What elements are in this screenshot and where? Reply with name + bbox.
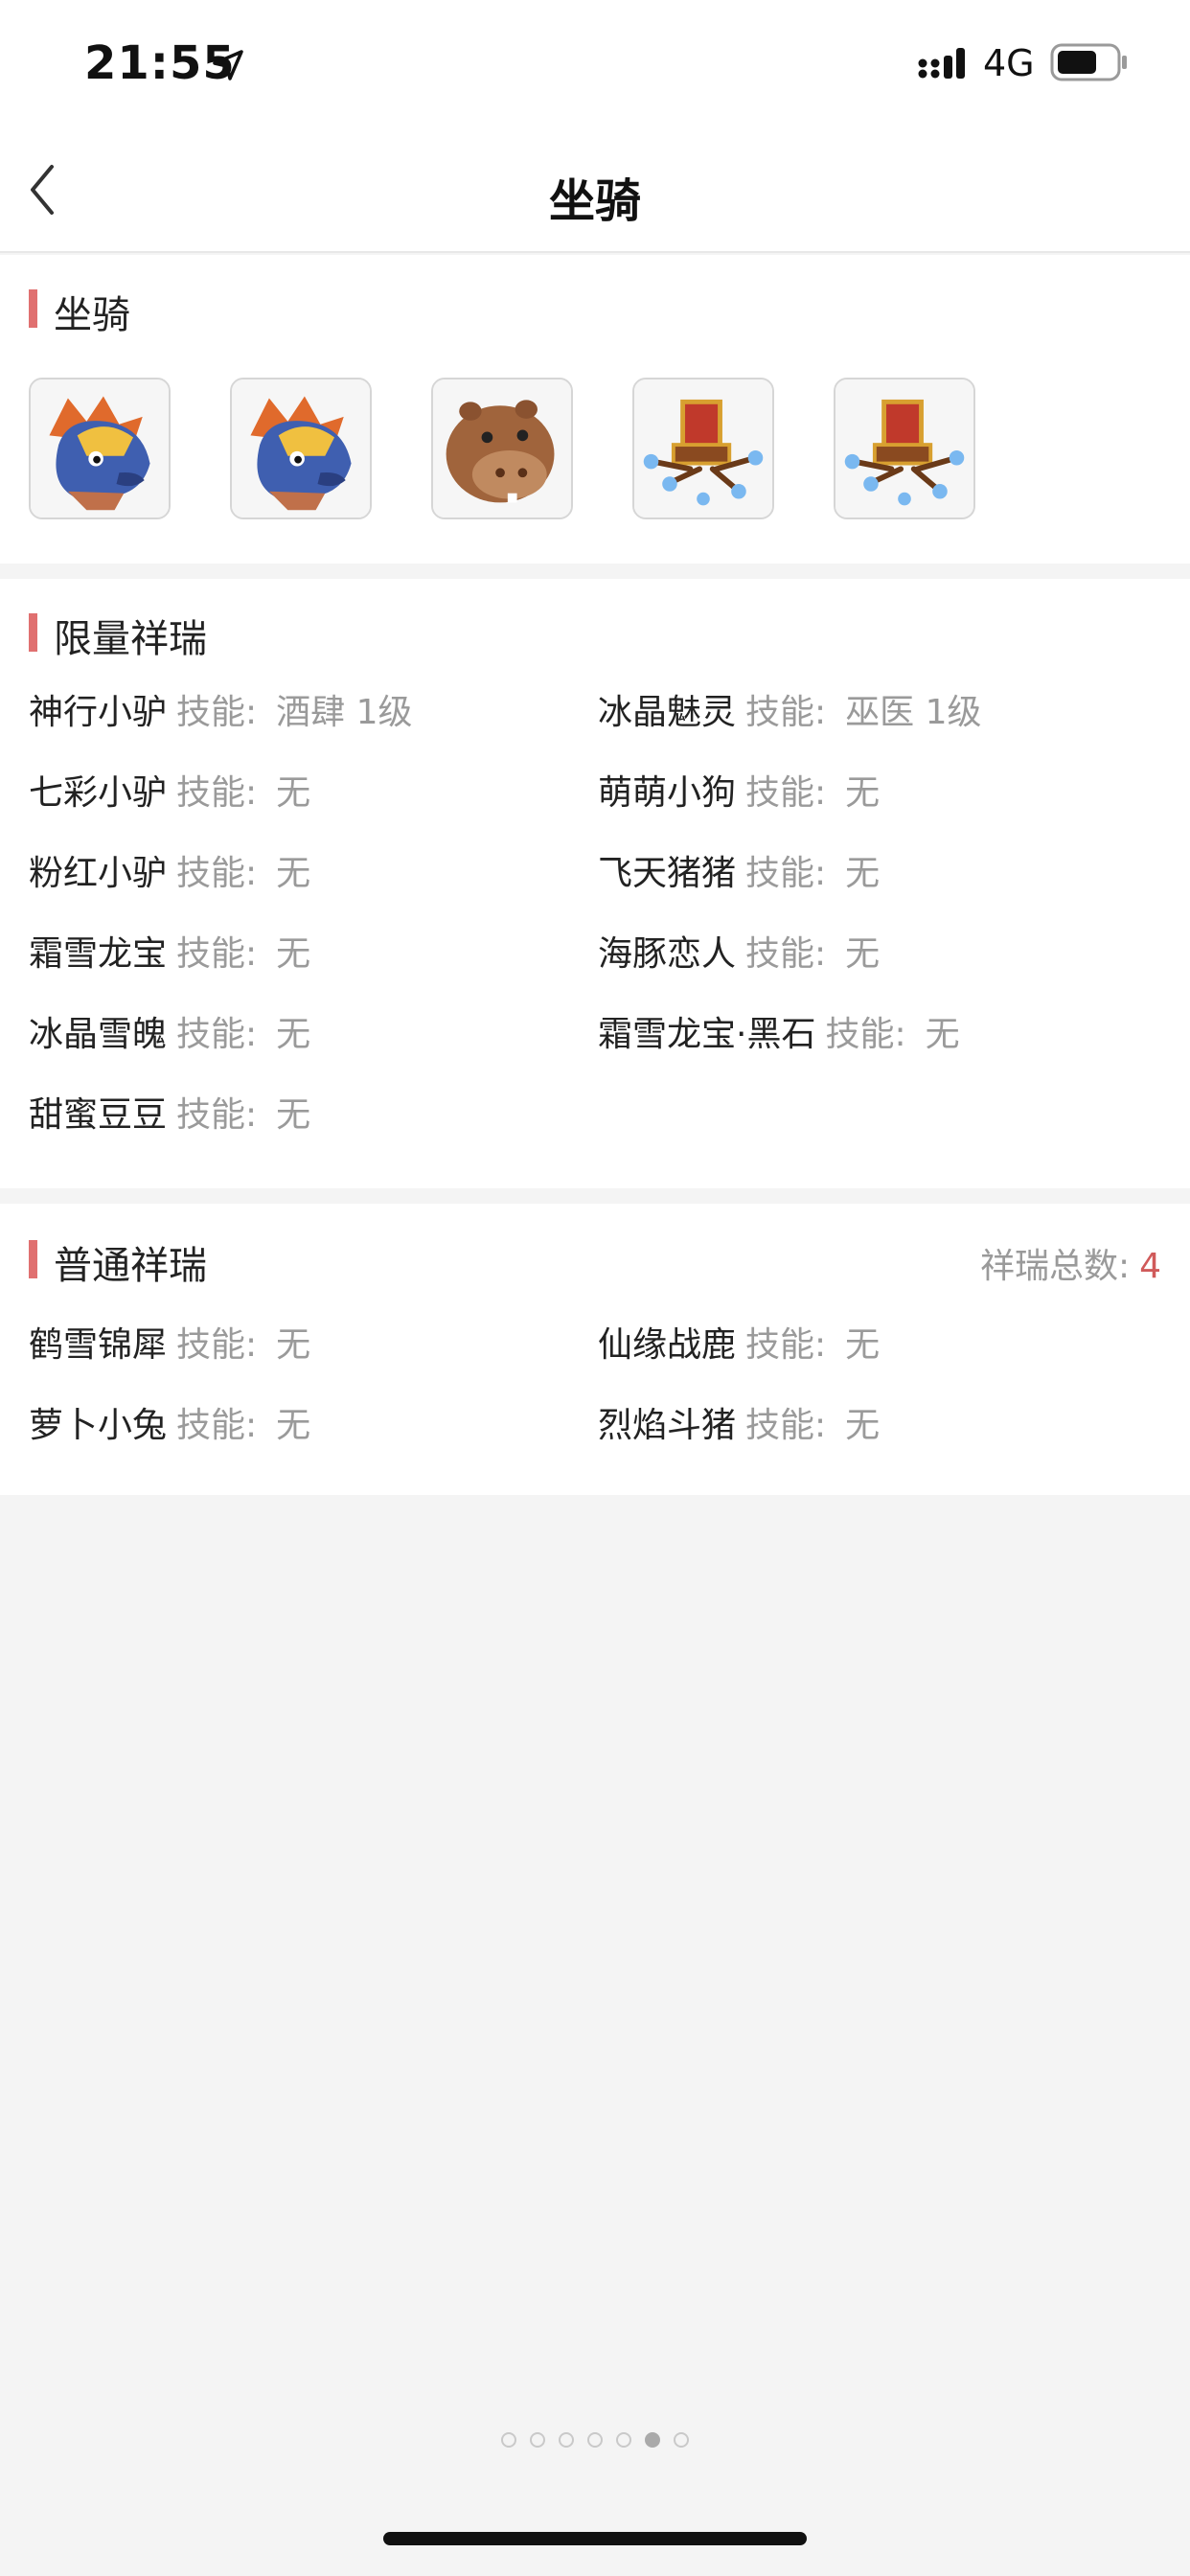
skill-label: 技能: bbox=[176, 693, 258, 732]
skill-label: 技能: bbox=[825, 1015, 906, 1054]
skill-label: 技能: bbox=[176, 773, 258, 813]
page-dot[interactable] bbox=[674, 2432, 689, 2448]
battery-icon bbox=[1050, 43, 1127, 81]
mount-list bbox=[29, 378, 1179, 521]
location-arrow-icon bbox=[213, 50, 243, 80]
list-item: 仙缘战鹿 技能: 无 bbox=[598, 1317, 880, 1365]
skill-value: 酒肆 1级 bbox=[276, 693, 413, 732]
item-name: 萌萌小狗 bbox=[598, 773, 737, 813]
limited-section: 限量祥瑞 神行小驴 技能: 酒肆 1级 冰晶魅灵 技能: 巫医 1级 七彩小驴 技能: 无 … bbox=[0, 579, 1190, 1188]
signal-icon bbox=[918, 48, 965, 79]
status-bar: 21:55 4G bbox=[0, 0, 1190, 126]
mount-item[interactable] bbox=[431, 378, 573, 519]
item-name: 七彩小驴 bbox=[29, 773, 168, 813]
list-item: 飞天猪猪 技能: 无 bbox=[598, 845, 880, 893]
skill-label: 技能: bbox=[745, 854, 827, 893]
page-dot[interactable] bbox=[559, 2432, 574, 2448]
skill-label: 技能: bbox=[176, 854, 258, 893]
item-name: 霜雪龙宝 bbox=[29, 934, 168, 974]
skill-label: 技能: bbox=[176, 1095, 258, 1135]
page-dot[interactable] bbox=[645, 2432, 660, 2448]
total-value: 4 bbox=[1139, 1247, 1161, 1286]
skill-label: 技能: bbox=[745, 1325, 827, 1365]
throne-mount-icon bbox=[634, 380, 772, 518]
list-item: 冰晶魅灵 技能: 巫医 1级 bbox=[598, 684, 982, 732]
list-item: 鹤雪锦犀 技能: 无 bbox=[29, 1317, 310, 1365]
dragon-mount-icon bbox=[232, 380, 370, 518]
section-accent-bar bbox=[29, 1240, 37, 1278]
item-name: 粉红小驴 bbox=[29, 854, 168, 893]
skill-value: 无 bbox=[276, 854, 311, 893]
skill-label: 技能: bbox=[176, 934, 258, 974]
list-item: 萌萌小狗 技能: 无 bbox=[598, 765, 880, 813]
skill-label: 技能: bbox=[176, 1015, 258, 1054]
skill-label: 技能: bbox=[176, 1325, 258, 1365]
skill-value: 无 bbox=[276, 1095, 311, 1135]
skill-value: 无 bbox=[276, 1325, 311, 1365]
list-item: 甜蜜豆豆 技能: 无 bbox=[29, 1087, 310, 1135]
page-dot[interactable] bbox=[587, 2432, 603, 2448]
skill-value: 巫医 1级 bbox=[845, 693, 982, 732]
hippo-mount-icon bbox=[433, 380, 571, 518]
mount-item[interactable] bbox=[29, 378, 171, 519]
list-item: 神行小驴 技能: 酒肆 1级 bbox=[29, 684, 413, 732]
skill-label: 技能: bbox=[745, 773, 827, 813]
list-item: 烈焰斗猪 技能: 无 bbox=[598, 1397, 880, 1445]
list-item: 冰晶雪魄 技能: 无 bbox=[29, 1006, 310, 1054]
section-accent-bar bbox=[29, 613, 37, 652]
item-name: 仙缘战鹿 bbox=[598, 1325, 737, 1365]
skill-label: 技能: bbox=[745, 1406, 827, 1445]
total-label: 祥瑞总数: bbox=[979, 1247, 1131, 1286]
home-indicator[interactable] bbox=[383, 2532, 807, 2545]
list-item: 海豚恋人 技能: 无 bbox=[598, 926, 880, 974]
item-name: 鹤雪锦犀 bbox=[29, 1325, 168, 1365]
page-dot[interactable] bbox=[616, 2432, 631, 2448]
skill-label: 技能: bbox=[745, 934, 827, 974]
skill-label: 技能: bbox=[176, 1406, 258, 1445]
skill-value: 无 bbox=[845, 1406, 881, 1445]
skill-value: 无 bbox=[925, 1015, 960, 1054]
mount-section-title: 坐骑 bbox=[54, 293, 130, 337]
mount-item[interactable] bbox=[632, 378, 774, 519]
page-dot[interactable] bbox=[501, 2432, 516, 2448]
skill-value: 无 bbox=[845, 773, 881, 813]
skill-value: 无 bbox=[276, 1015, 311, 1054]
item-name: 冰晶雪魄 bbox=[29, 1015, 168, 1054]
list-item: 七彩小驴 技能: 无 bbox=[29, 765, 310, 813]
skill-value: 无 bbox=[276, 773, 311, 813]
mount-item[interactable] bbox=[230, 378, 372, 519]
section-accent-bar bbox=[29, 289, 37, 328]
skill-value: 无 bbox=[276, 1406, 311, 1445]
item-name: 冰晶魅灵 bbox=[598, 693, 737, 732]
page-indicator bbox=[0, 2432, 1190, 2451]
item-name: 烈焰斗猪 bbox=[598, 1406, 737, 1445]
normal-section-title: 普通祥瑞 bbox=[54, 1244, 207, 1288]
item-name: 萝卜小兔 bbox=[29, 1406, 168, 1445]
skill-label: 技能: bbox=[745, 693, 827, 732]
item-name: 飞天猪猪 bbox=[598, 854, 737, 893]
network-type: 4G bbox=[983, 42, 1035, 84]
throne-mount-icon bbox=[835, 380, 973, 518]
item-name: 海豚恋人 bbox=[598, 934, 737, 974]
total-count: 祥瑞总数: 4 bbox=[980, 1238, 1161, 1288]
page-title: 坐骑 bbox=[548, 174, 641, 228]
skill-value: 无 bbox=[845, 934, 881, 974]
skill-value: 无 bbox=[845, 854, 881, 893]
nav-bar: 坐骑 bbox=[0, 126, 1190, 253]
skill-value: 无 bbox=[276, 934, 311, 974]
list-item: 霜雪龙宝·黑石 技能: 无 bbox=[598, 1006, 960, 1054]
limited-section-title: 限量祥瑞 bbox=[54, 617, 207, 661]
skill-value: 无 bbox=[845, 1325, 881, 1365]
item-name: 神行小驴 bbox=[29, 693, 168, 732]
item-name: 甜蜜豆豆 bbox=[29, 1095, 168, 1135]
list-item: 粉红小驴 技能: 无 bbox=[29, 845, 310, 893]
list-item: 霜雪龙宝 技能: 无 bbox=[29, 926, 310, 974]
page-dot[interactable] bbox=[530, 2432, 545, 2448]
normal-section: 普通祥瑞 祥瑞总数: 4 鹤雪锦犀 技能: 无 仙缘战鹿 技能: 无 萝卜小兔 技能: 无 烈… bbox=[0, 1204, 1190, 1495]
mount-item[interactable] bbox=[834, 378, 975, 519]
mount-section: 坐骑 bbox=[0, 255, 1190, 564]
list-item: 萝卜小兔 技能: 无 bbox=[29, 1397, 310, 1445]
dragon-mount-icon bbox=[31, 380, 169, 518]
item-name: 霜雪龙宝·黑石 bbox=[598, 1015, 816, 1054]
